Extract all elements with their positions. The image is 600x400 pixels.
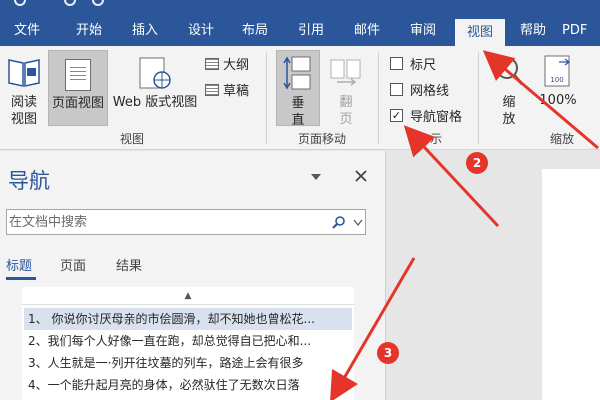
annotation-arrow (482, 50, 599, 150)
annotation-badge: 2 (466, 152, 488, 174)
annotation-badge: 3 (377, 342, 399, 364)
annotation-arrow (403, 125, 500, 228)
annotation-arrow (329, 257, 416, 400)
annotation-arrows (329, 50, 599, 400)
